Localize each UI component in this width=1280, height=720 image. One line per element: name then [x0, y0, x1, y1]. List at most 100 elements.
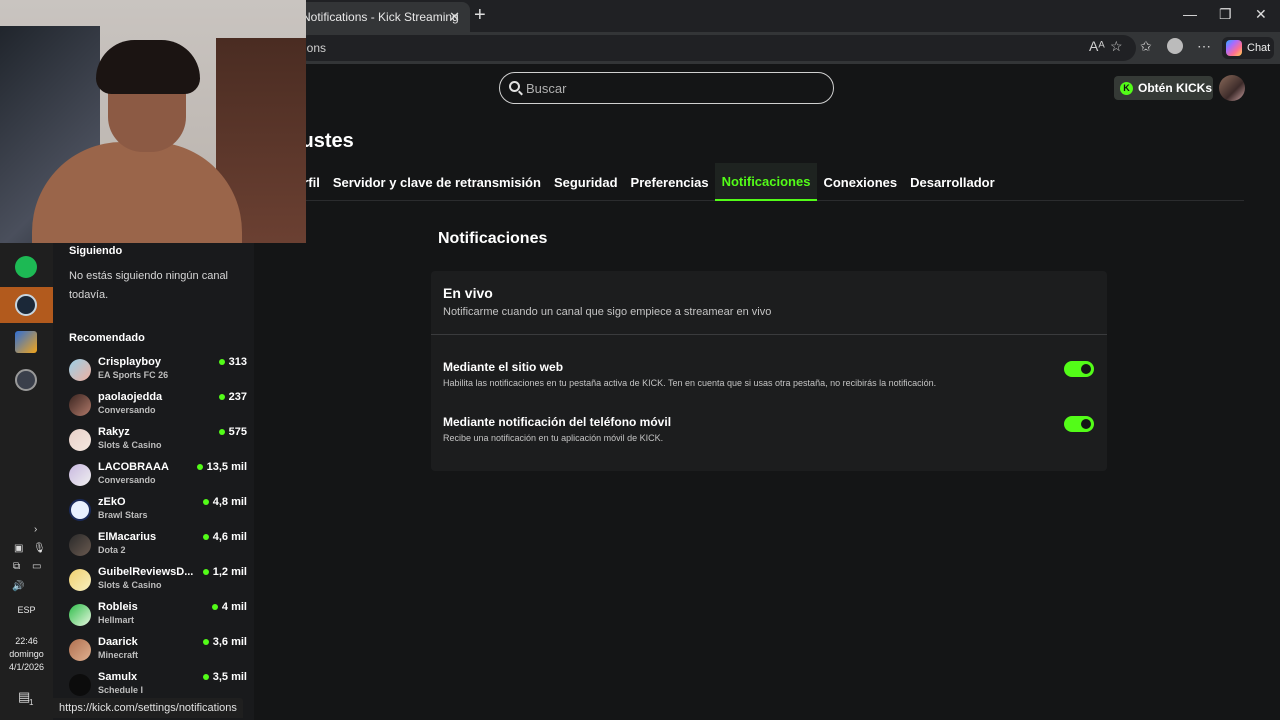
copilot-icon — [1226, 40, 1242, 56]
tab-developer[interactable]: Desarrollador — [904, 163, 1002, 201]
obs-icon[interactable] — [15, 369, 37, 391]
viewer-count: 4 mil — [211, 601, 247, 613]
channel-row[interactable]: GuibelReviewsD... Slots & Casino 1,2 mil — [69, 566, 247, 601]
clock-time[interactable]: 22:46 — [0, 636, 53, 646]
channel-name: zEkO — [98, 496, 126, 508]
volume-icon[interactable]: 🔊 — [12, 581, 24, 592]
viewer-count-value: 575 — [228, 426, 247, 438]
channel-name: Daarick — [98, 636, 138, 648]
channel-row[interactable]: Rakyz Slots & Casino 575 — [69, 426, 247, 461]
tab-stream-key[interactable]: Servidor y clave de retransmisión — [326, 163, 547, 201]
viewer-count: 3,5 mil — [202, 671, 247, 683]
chevron-right-icon[interactable]: › — [34, 524, 37, 535]
website-notifications-toggle[interactable] — [1064, 361, 1094, 377]
camera-icon[interactable]: ▣ — [14, 543, 23, 554]
channel-avatar — [69, 534, 91, 556]
restore-icon[interactable]: ❐ — [1219, 6, 1232, 23]
channel-category: Conversando — [98, 475, 156, 485]
webcam-overlay — [0, 0, 306, 243]
channel-row[interactable]: Crisplayboy EA Sports FC 26 313 — [69, 356, 247, 391]
microphone-icon[interactable]: 🎙 — [33, 543, 46, 554]
url-text: ions — [304, 41, 327, 55]
steam-icon[interactable] — [15, 294, 37, 316]
website-option-description: Habilita las notificaciones en tu pestañ… — [443, 378, 937, 388]
channel-name: Samulx — [98, 671, 138, 683]
more-menu-icon[interactable]: ⋯ — [1197, 38, 1211, 55]
live-dot-icon — [211, 604, 218, 610]
kicks-label: Obtén KICKs — [1138, 81, 1213, 95]
viewer-count-value: 4 mil — [221, 601, 247, 613]
game-launcher-icon[interactable] — [15, 331, 37, 353]
channel-name: paolaojedda — [98, 391, 163, 403]
user-avatar[interactable] — [1219, 75, 1245, 101]
channel-row[interactable]: paolaojedda Conversando 237 — [69, 391, 247, 426]
channel-row[interactable]: ElMacarius Dota 2 4,6 mil — [69, 531, 247, 566]
screen-share-icon[interactable]: ⧉ — [13, 561, 20, 572]
search-placeholder: Buscar — [526, 80, 567, 96]
close-tab-icon[interactable]: ✕ — [449, 9, 460, 25]
channel-category: Hellmart — [98, 615, 135, 625]
tab-notifications[interactable]: Notificaciones — [715, 163, 817, 201]
mobile-notifications-toggle[interactable] — [1064, 416, 1094, 432]
channel-category: Slots & Casino — [98, 580, 162, 590]
search-input[interactable]: Buscar — [499, 72, 834, 104]
tab-preferences[interactable]: Preferencias — [624, 163, 715, 201]
channel-name: LACOBRAAA — [98, 461, 169, 473]
following-heading: Siguiendo — [69, 245, 123, 257]
viewer-count: 4,6 mil — [202, 531, 247, 543]
favorite-star-icon[interactable]: ☆ — [1110, 38, 1123, 55]
viewer-count-value: 4,6 mil — [212, 531, 247, 543]
following-empty-text: No estás siguiendo ningún canal todavía. — [69, 270, 229, 301]
get-kicks-button[interactable]: K Obtén KICKs — [1114, 76, 1213, 100]
live-dot-icon — [218, 429, 225, 435]
channel-row[interactable]: LACOBRAAA Conversando 13,5 mil — [69, 461, 247, 496]
read-aloud-icon[interactable]: Aᴬ — [1089, 38, 1105, 54]
address-bar[interactable]: ions — [296, 35, 1136, 61]
viewer-count: 4,8 mil — [202, 496, 247, 508]
live-notifications-card: En vivo Notificarme cuando un canal que … — [431, 271, 1107, 471]
channel-avatar — [69, 674, 91, 696]
section-title: Notificaciones — [438, 230, 548, 247]
channel-row[interactable]: Robleis Hellmart 4 mil — [69, 601, 247, 636]
channel-avatar — [69, 639, 91, 661]
mobile-option-label: Mediante notificación del teléfono móvil — [443, 415, 672, 429]
browser-tab[interactable]: Notifications - Kick Streaming ✕ — [290, 2, 470, 32]
live-dot-icon — [218, 359, 225, 365]
viewer-count: 575 — [218, 426, 247, 438]
channel-category: Brawl Stars — [98, 510, 148, 520]
live-dot-icon — [202, 534, 209, 540]
spotify-icon[interactable] — [15, 256, 37, 278]
profile-icon[interactable] — [1167, 38, 1183, 54]
channel-row[interactable]: Daarick Minecraft 3,6 mil — [69, 636, 247, 671]
settings-tabs: erfil Servidor y clave de retransmisión … — [296, 163, 1244, 201]
live-dot-icon — [202, 499, 209, 505]
chat-label: Chat — [1247, 42, 1271, 54]
card-header: En vivo Notificarme cuando un canal que … — [431, 271, 1107, 335]
copilot-chat-button[interactable]: Chat — [1222, 37, 1274, 59]
search-icon — [509, 81, 520, 92]
channel-avatar — [69, 394, 91, 416]
language-indicator[interactable]: ESP — [0, 605, 53, 615]
tab-connections[interactable]: Conexiones — [817, 163, 904, 201]
channel-avatar — [69, 429, 91, 451]
channel-category: Minecraft — [98, 650, 139, 660]
viewer-count: 13,5 mil — [196, 461, 247, 473]
channel-category: Slots & Casino — [98, 440, 162, 450]
viewer-count-value: 1,2 mil — [212, 566, 247, 578]
network-icon[interactable]: ▭ — [32, 561, 41, 572]
tab-security[interactable]: Seguridad — [547, 163, 624, 201]
channel-category: Dota 2 — [98, 545, 126, 555]
live-dot-icon — [202, 639, 209, 645]
viewer-count: 1,2 mil — [202, 566, 247, 578]
close-window-icon[interactable]: ✕ — [1255, 6, 1267, 23]
channel-avatar — [69, 359, 91, 381]
new-tab-icon[interactable]: + — [474, 4, 486, 27]
favorites-icon[interactable]: ✩ — [1140, 38, 1152, 55]
viewer-count-value: 4,8 mil — [212, 496, 247, 508]
channel-row[interactable]: zEkO Brawl Stars 4,8 mil — [69, 496, 247, 531]
viewer-count: 237 — [218, 391, 247, 403]
channel-avatar — [69, 464, 91, 486]
channel-sidebar: Siguiendo No estás siguiendo ningún cana… — [53, 242, 254, 720]
channel-category: EA Sports FC 26 — [98, 370, 169, 380]
minimize-icon[interactable]: — — [1183, 6, 1197, 22]
